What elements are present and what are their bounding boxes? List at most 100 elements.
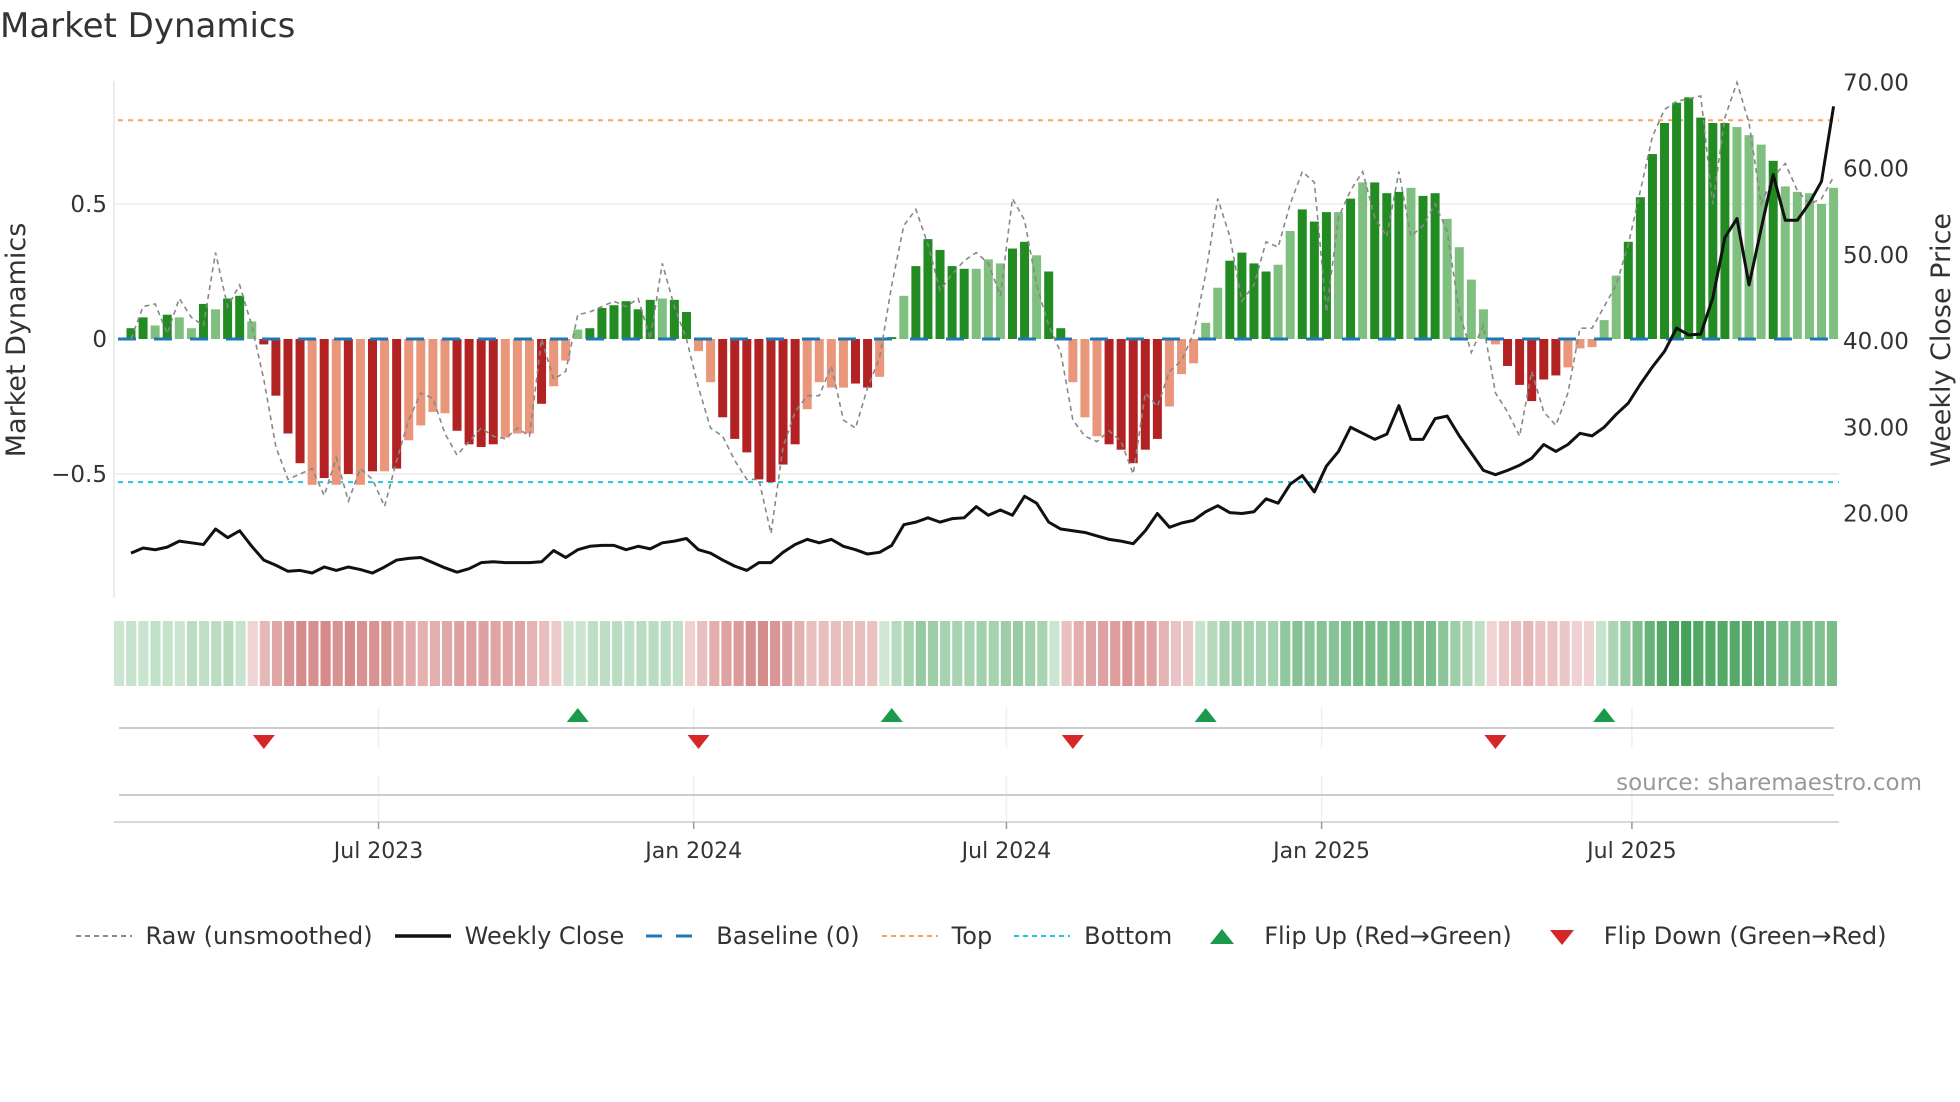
heat-cell [1547, 621, 1558, 686]
top-dotted-line-icon [881, 935, 938, 937]
heat-cell [1401, 621, 1412, 686]
heat-cell [1571, 621, 1582, 686]
heat-cell [563, 621, 574, 686]
flip-down-marker [252, 735, 275, 749]
heat-cell [891, 621, 902, 686]
bar [742, 339, 752, 453]
heat-cell [478, 621, 489, 686]
heat-cell [1523, 621, 1534, 686]
heat-cell [1462, 621, 1473, 686]
heat-cell [1073, 621, 1084, 686]
bar [814, 339, 824, 383]
bar [1104, 339, 1114, 445]
heat-cell [1814, 621, 1825, 686]
heat-cell [855, 621, 866, 686]
heat-cell [842, 621, 854, 686]
x-tick-label: Jul 2025 [1585, 839, 1677, 864]
heat-cell [1425, 621, 1437, 686]
flip-up-marker [566, 708, 589, 722]
heat-cell [320, 621, 331, 686]
y-axis-label: Market Dynamics [1, 223, 32, 458]
heat-cell [551, 621, 562, 686]
heat-cell [672, 621, 683, 686]
heat-cell [1134, 621, 1145, 686]
bar [1744, 135, 1754, 339]
heat-cell [1632, 621, 1643, 686]
legend-label: Flip Down (Green→Red) [1603, 922, 1887, 950]
bar [1515, 339, 1525, 385]
y2-tick-label: 40.00 [1843, 329, 1909, 355]
bar [1430, 193, 1440, 339]
bar [380, 339, 390, 472]
heat-cell [441, 621, 453, 686]
heat-cell [223, 621, 234, 686]
bar [706, 339, 716, 383]
bar [645, 299, 655, 339]
bar [1382, 193, 1392, 339]
x-tick-label: Jul 2023 [332, 839, 424, 864]
heat-cell [1340, 621, 1352, 686]
heat-cell [1766, 621, 1777, 686]
bar [488, 339, 498, 445]
heat-cell [186, 621, 198, 686]
bar [271, 339, 281, 396]
bar [573, 329, 583, 339]
heat-cell [1353, 621, 1364, 686]
heat-cell [490, 621, 501, 686]
bar [1237, 252, 1247, 339]
legend-label: Weekly Close [464, 922, 625, 950]
bar [1020, 241, 1030, 339]
bar [1152, 339, 1162, 439]
heat-cell [1377, 621, 1388, 686]
legend-label: Flip Up (Red→Green) [1264, 922, 1512, 950]
bar [1647, 154, 1657, 339]
heat-cell [1681, 621, 1692, 686]
bar [512, 339, 522, 434]
bar [1128, 339, 1138, 464]
bar [1696, 117, 1706, 339]
bar [1321, 212, 1331, 339]
legend-item-bottom: Bottom [1012, 922, 1172, 950]
heat-cell [1292, 621, 1303, 686]
bar [633, 309, 643, 339]
heat-cell [1268, 621, 1279, 686]
bottom-dotted-line-icon [1014, 935, 1071, 937]
bar [1599, 320, 1609, 339]
legend-label: Baseline (0) [716, 922, 860, 950]
bar [1285, 231, 1295, 339]
legend-item-flip-up: Flip Up (Red→Green) [1192, 922, 1512, 950]
heat-cell [709, 621, 720, 686]
heat-cell [235, 621, 246, 686]
heat-cell [1559, 621, 1570, 686]
heat-cell [417, 621, 428, 686]
y2-tick-label: 60.00 [1843, 157, 1909, 183]
heat-cell [1535, 621, 1546, 686]
heat-cell [344, 621, 355, 686]
bar [343, 339, 353, 474]
bar [971, 268, 981, 339]
bar [368, 339, 377, 472]
bar [283, 339, 293, 434]
heat-cell [514, 621, 526, 686]
heat-cell [126, 621, 137, 686]
heat-cell [1328, 621, 1339, 686]
heat-cell [1097, 621, 1109, 686]
heat-cell [296, 621, 307, 686]
heat-cell [794, 621, 805, 686]
heat-cell [782, 621, 793, 686]
y2-tick-label: 70.00 [1843, 70, 1909, 96]
heat-cell [308, 621, 319, 686]
heat-cell [648, 621, 659, 686]
heat-cell [356, 621, 368, 686]
bar [1346, 198, 1356, 339]
bar [211, 309, 221, 339]
heat-cell [1122, 621, 1133, 686]
y2-axis-label: Weekly Close Price [1926, 213, 1957, 467]
bar [766, 339, 776, 483]
heat-cell [599, 621, 611, 686]
heat-cell [1620, 621, 1631, 686]
bar [452, 339, 462, 431]
y2-tick-label: 30.00 [1843, 415, 1909, 441]
y-tick-label: 0.5 [70, 192, 107, 218]
heat-cell [1110, 621, 1121, 686]
